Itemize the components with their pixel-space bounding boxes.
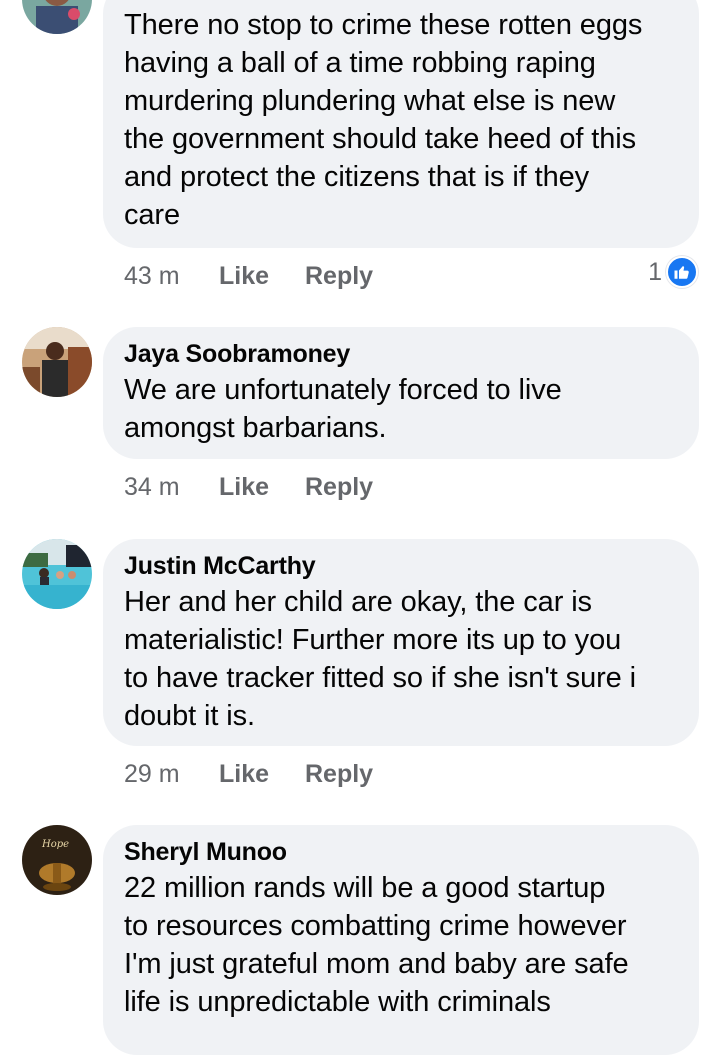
avatar[interactable] [22, 539, 92, 609]
comment-actions: 43 m Like Reply [124, 258, 373, 294]
avatar[interactable]: Hope [22, 825, 92, 895]
avatar-hope-text: Hope [41, 839, 69, 850]
like-button[interactable]: Like [219, 262, 305, 291]
comment-bubble: Sheryl Munoo 22 million rands will be a … [103, 825, 699, 1055]
like-button[interactable]: Like [219, 473, 305, 502]
comment-text: 22 million rands will be a good startup … [124, 872, 629, 1018]
comment-timestamp: 43 m [124, 261, 180, 290]
comment-bubble: Justin McCarthy Her and her child are ok… [103, 539, 699, 746]
reaction-count: 1 [648, 257, 662, 286]
comment-author[interactable]: Sheryl Munoo [124, 837, 679, 867]
comment-author[interactable]: Jaya Soobramoney [124, 339, 679, 369]
like-thumb-icon [666, 256, 698, 288]
comment-actions: 34 m Like Reply [124, 469, 373, 505]
comment-text: Her and her child are okay, the car is m… [124, 586, 636, 732]
reply-button[interactable]: Reply [305, 262, 373, 291]
avatar[interactable] [22, 327, 92, 397]
comment-actions: 29 m Like Reply [124, 756, 373, 792]
avatar[interactable] [22, 0, 92, 34]
comment-text: We are unfortunately forced to live amon… [124, 374, 562, 444]
comment-author[interactable]: Justin McCarthy [124, 551, 679, 581]
comment-bubble: Jaya Soobramoney We are unfortunately fo… [103, 327, 699, 459]
comment-text: There no stop to crime these rotten eggs… [124, 9, 643, 231]
comment-timestamp: 29 m [124, 759, 180, 788]
like-button[interactable]: Like [219, 760, 305, 789]
reaction-summary[interactable]: 1 [648, 256, 698, 288]
reply-button[interactable]: Reply [305, 760, 373, 789]
comment-timestamp: 34 m [124, 472, 180, 501]
reply-button[interactable]: Reply [305, 473, 373, 502]
comment-bubble: There no stop to crime these rotten eggs… [103, 0, 699, 248]
